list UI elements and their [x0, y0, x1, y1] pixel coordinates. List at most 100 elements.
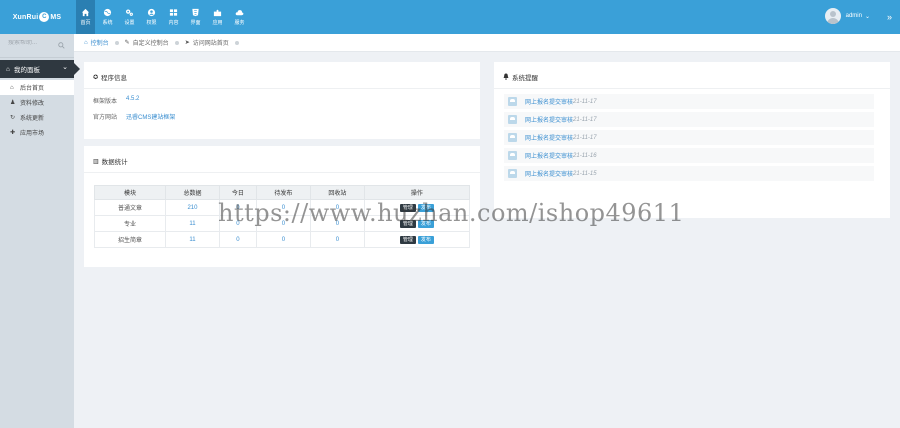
breadcrumb-separator	[234, 40, 239, 45]
globe-icon	[103, 8, 112, 17]
sidebar-item-label: 系统更新	[20, 116, 45, 122]
nav-item-5[interactable]: 界面	[186, 0, 205, 34]
cell-actions: 管理 发布	[363, 231, 471, 248]
site-label: 官方网站	[93, 115, 118, 121]
edit-icon: ✎	[124, 40, 130, 46]
notices-title: 系统提醒	[512, 75, 538, 82]
home-icon: ⌂	[10, 84, 14, 91]
home-icon: ⌂	[84, 39, 88, 46]
version-label: 框架版本	[93, 99, 118, 105]
nav-item-4[interactable]: 内容	[164, 0, 183, 34]
cell-total[interactable]: 11	[165, 231, 220, 248]
sidebar-group-my-panel[interactable]: ⌂ 我的面板 ⌄	[0, 60, 80, 78]
nav-item-1[interactable]: 系统	[98, 0, 117, 34]
notice-item[interactable]: 网上报名提交审核 21-11-17	[504, 130, 874, 145]
grid-icon	[169, 9, 178, 16]
cloud-icon	[235, 10, 244, 16]
cell-pending[interactable]: 0	[255, 231, 311, 248]
column-header: 今日	[218, 185, 257, 200]
message-icon	[508, 97, 517, 106]
puzzle-icon: ✚	[10, 130, 16, 136]
main-nav: 首页 系统 设置 权限 内容 界面 应用 服务	[76, 0, 252, 34]
site-link[interactable]: 迅睿CMS建站框架	[126, 112, 175, 121]
sidebar-search	[0, 34, 74, 58]
logo[interactable]: XunRui C MS	[0, 0, 74, 34]
notice-item[interactable]: 网上报名提交审核 21-11-16	[504, 148, 874, 163]
nav-item-6[interactable]: 应用	[208, 0, 227, 34]
cell-total[interactable]: 11	[165, 215, 220, 232]
notice-text[interactable]: 网上报名提交审核	[525, 151, 573, 160]
nav-item-label: 服务	[234, 20, 245, 26]
panel-title: ✪ 程序信息	[93, 72, 127, 83]
column-header: 模块	[94, 185, 166, 200]
breadcrumb-item-1[interactable]: ✎ 自定义控制台	[125, 38, 169, 47]
search-icon[interactable]	[58, 42, 65, 49]
publish-button[interactable]: 发布	[417, 235, 434, 244]
sidebar-item-label: 后台首页	[20, 86, 45, 92]
nav-item-label: 界面	[190, 20, 201, 26]
stats-title: 数据统计	[101, 159, 128, 166]
top-bar: XunRui C MS 首页 系统 设置 权限 内容 界面 应用 服务 admin ⌄ »	[0, 0, 900, 34]
panel-title: 系统提醒	[503, 72, 538, 82]
manage-button[interactable]: 管理	[399, 235, 416, 244]
chevron-down-icon: ⌄	[864, 13, 870, 20]
sidebar-item-label: 资料修改	[20, 101, 45, 107]
logo-text-left: XunRui	[12, 13, 39, 21]
nav-item-label: 首页	[80, 20, 91, 26]
cell-module: 专业	[94, 215, 166, 232]
nav-item-label: 应用	[212, 20, 223, 26]
info-icon: ✪	[93, 74, 99, 81]
nav-item-label: 系统	[102, 20, 113, 26]
version-row: 框架版本 4.5.2	[93, 96, 139, 105]
nav-item-label: 设置	[124, 20, 135, 26]
sidebar-item-2[interactable]: ↻ 系统更新	[0, 110, 74, 125]
notice-text[interactable]: 网上报名提交审核	[525, 115, 573, 124]
sidebar-item-3[interactable]: ✚ 应用市场	[0, 125, 74, 140]
divider	[84, 88, 480, 89]
bar-chart-icon: ▥	[93, 158, 99, 165]
notice-date: 21-11-15	[573, 170, 597, 177]
logo-text-right: MS	[50, 13, 62, 21]
nav-item-0[interactable]: 首页	[76, 0, 95, 34]
breadcrumb-item-2[interactable]: ➤ 访问网站首页	[185, 38, 229, 47]
search-input[interactable]	[8, 40, 56, 46]
column-header: 回收站	[309, 185, 365, 200]
breadcrumb-label: 控制台	[90, 41, 109, 47]
breadcrumb-separator	[114, 40, 119, 45]
breadcrumb-item-0[interactable]: ⌂ 控制台	[84, 38, 109, 48]
notice-text[interactable]: 网上报名提交审核	[525, 169, 573, 178]
message-icon	[508, 115, 517, 124]
sidebar-item-1[interactable]: ♟ 资料修改	[0, 95, 74, 110]
sidebar-item-0[interactable]: ⌂ 后台首页	[0, 80, 74, 95]
cell-today[interactable]: 0	[218, 231, 257, 248]
nav-item-3[interactable]: 权限	[142, 0, 161, 34]
notice-text[interactable]: 网上报名提交审核	[525, 97, 573, 106]
expand-icon[interactable]: »	[887, 12, 892, 22]
html5-icon	[192, 8, 199, 17]
notice-text[interactable]: 网上报名提交审核	[525, 133, 573, 142]
column-header: 操作	[363, 185, 471, 200]
notice-item[interactable]: 网上报名提交审核 21-11-15	[504, 166, 874, 181]
notice-date: 21-11-17	[573, 98, 597, 105]
notice-item[interactable]: 网上报名提交审核 21-11-17	[504, 112, 874, 127]
notices-panel: 系统提醒 网上报名提交审核 21-11-17 网上报名提交审核 21-11-17 网上报…	[494, 62, 890, 218]
nav-item-2[interactable]: 设置	[120, 0, 139, 34]
notice-item[interactable]: 网上报名提交审核 21-11-17	[504, 94, 874, 109]
sidebar-item-label: 应用市场	[20, 131, 45, 137]
avatar[interactable]	[824, 8, 841, 24]
nav-item-7[interactable]: 服务	[230, 0, 249, 34]
program-info-panel: ✪ 程序信息 框架版本 4.5.2 官方网站 迅睿CMS建站框架	[84, 62, 480, 139]
table-header-row: 模块 总数据 今日 待发布 回收站 操作	[94, 185, 471, 200]
watermark: https://www.huzhan.com/ishop49611	[218, 199, 685, 227]
column-header: 总数据	[165, 185, 220, 200]
divider	[84, 172, 480, 173]
home-icon: ⌂	[6, 65, 10, 73]
table-row: 招生简章 11 0 0 0 管理 发布	[94, 231, 471, 248]
message-icon	[508, 151, 517, 160]
cell-trash[interactable]: 0	[309, 231, 365, 248]
column-header: 待发布	[255, 185, 311, 200]
user-menu[interactable]: admin ⌄	[824, 8, 870, 24]
notice-date: 21-11-17	[573, 116, 597, 123]
cell-total[interactable]: 210	[165, 199, 220, 216]
send-icon: ➤	[184, 40, 190, 46]
